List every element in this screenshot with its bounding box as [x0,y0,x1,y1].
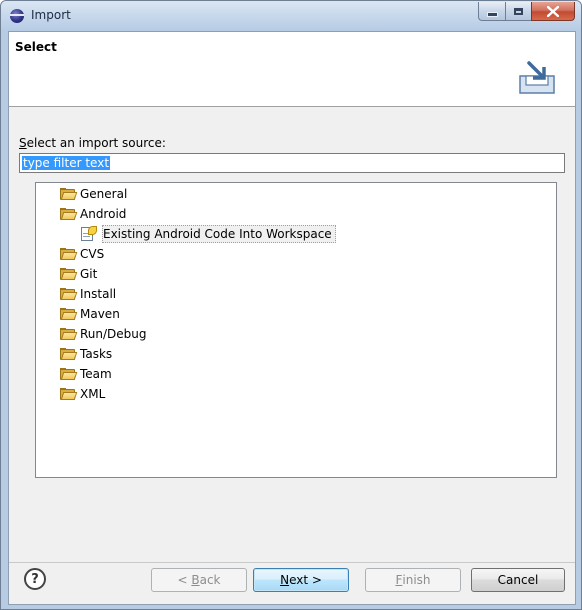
minimize-button[interactable] [478,2,505,21]
back-label: ack [199,573,221,587]
footer-divider [9,562,575,563]
tree-item-label: Run/Debug [80,327,147,341]
tree-item-label: Git [80,267,98,281]
back-mnemonic: B [191,573,200,587]
tree-item[interactable]: Team [60,364,112,384]
tree-item[interactable]: Maven [60,304,120,324]
import-source-label: Select an import source: [19,136,166,150]
tree-item-label: Maven [80,307,120,321]
tree-item-label: Team [80,367,112,381]
finish-mnemonic: F [395,573,403,587]
tree-item-label: General [80,187,128,201]
maximize-icon [514,7,523,15]
next-label: ext > [289,573,322,587]
next-button[interactable]: Next > [253,568,349,592]
caption-buttons [478,2,575,21]
finish-label: inish [402,573,431,587]
eclipse-icon [10,9,24,23]
folder-icon [60,308,78,320]
back-button[interactable]: < Back [151,568,247,592]
folder-icon [60,368,78,380]
folder-icon [60,208,78,220]
import-wizard-item-icon [80,226,98,242]
folder-icon [60,188,78,200]
minimize-icon [486,11,498,17]
tree-item-label: Android [80,207,127,221]
folder-icon [60,388,78,400]
import-source-mnemonic: S [19,136,27,150]
close-icon [547,5,559,17]
back-prefix: < [177,573,192,587]
tree-item[interactable]: Android [60,204,126,224]
tree-item[interactable]: CVS [60,244,104,264]
dialog-body: Select Select an import source: type fil… [8,31,576,605]
title-bar[interactable]: Import [1,1,581,31]
tree-item[interactable]: Existing Android Code Into Workspace [80,224,336,244]
filter-text: type filter text [22,156,111,170]
import-wizard-icon [519,61,555,94]
folder-icon [60,288,78,300]
folder-icon [60,348,78,360]
tree-item[interactable]: XML [60,384,105,404]
filter-input[interactable]: type filter text [19,153,565,173]
import-dialog: Import Select Select an import source: t… [0,0,582,610]
cancel-button[interactable]: Cancel [471,568,565,592]
maximize-button[interactable] [505,2,531,21]
tree-item-label: Tasks [80,347,113,361]
next-mnemonic: N [280,573,290,587]
import-source-label-text: elect an import source: [26,136,166,150]
folder-icon [60,328,78,340]
tree-item[interactable]: General [60,184,127,204]
folder-icon [60,248,78,260]
import-source-tree[interactable]: General Android Existing Android Code Into… [35,182,557,478]
tree-item[interactable]: Tasks [60,344,112,364]
tree-item-label: CVS [80,247,105,261]
page-title: Select [15,40,57,54]
tree-item[interactable]: Run/Debug [60,324,147,344]
finish-button[interactable]: Finish [365,568,461,592]
tree-item[interactable]: Git [60,264,97,284]
help-button[interactable]: ? [24,568,46,590]
tree-item-label: Existing Android Code Into Workspace [102,225,336,243]
tree-item-label: Install [80,287,117,301]
tree-item-label: XML [80,387,106,401]
folder-icon [60,268,78,280]
wizard-header: Select [9,32,575,107]
tree-item[interactable]: Install [60,284,116,304]
close-button[interactable] [531,2,575,21]
window-title: Import [31,8,71,22]
